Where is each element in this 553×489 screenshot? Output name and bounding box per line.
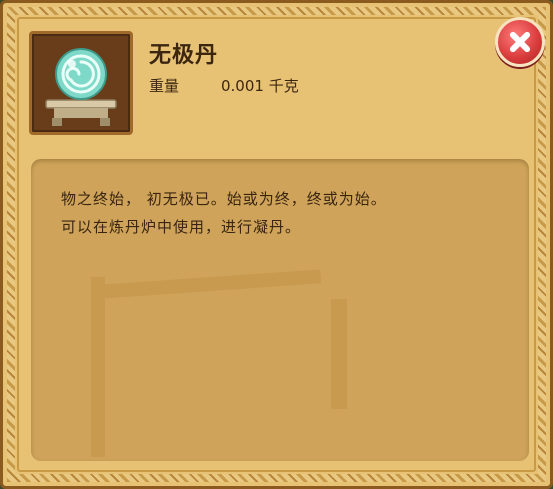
close-button[interactable]: [495, 17, 545, 67]
description-line: 物之终始， 初无极已。始或为终，终或为始。: [61, 190, 387, 208]
weight-label: 重量: [149, 77, 180, 95]
item-name: 无极丹: [149, 43, 219, 68]
description-panel: 物之终始， 初无极已。始或为终，终或为始。 可以在炼丹炉中使用，进行凝丹。: [31, 159, 529, 461]
background-decoration: [91, 277, 105, 457]
item-info-dialog: 无极丹 重量 0.001 千克 物之终始， 初无极已。始或为终，终或为始。 可以…: [0, 0, 553, 489]
jade-orb-icon: [45, 48, 117, 126]
item-icon-slot: [29, 31, 133, 135]
description-line: 可以在炼丹炉中使用，进行凝丹。: [61, 218, 302, 236]
weight-value: 0.001 千克: [221, 77, 299, 95]
background-decoration: [100, 269, 322, 299]
item-description: 物之终始， 初无极已。始或为终，终或为始。 可以在炼丹炉中使用，进行凝丹。: [61, 185, 501, 241]
background-decoration: [331, 299, 347, 409]
